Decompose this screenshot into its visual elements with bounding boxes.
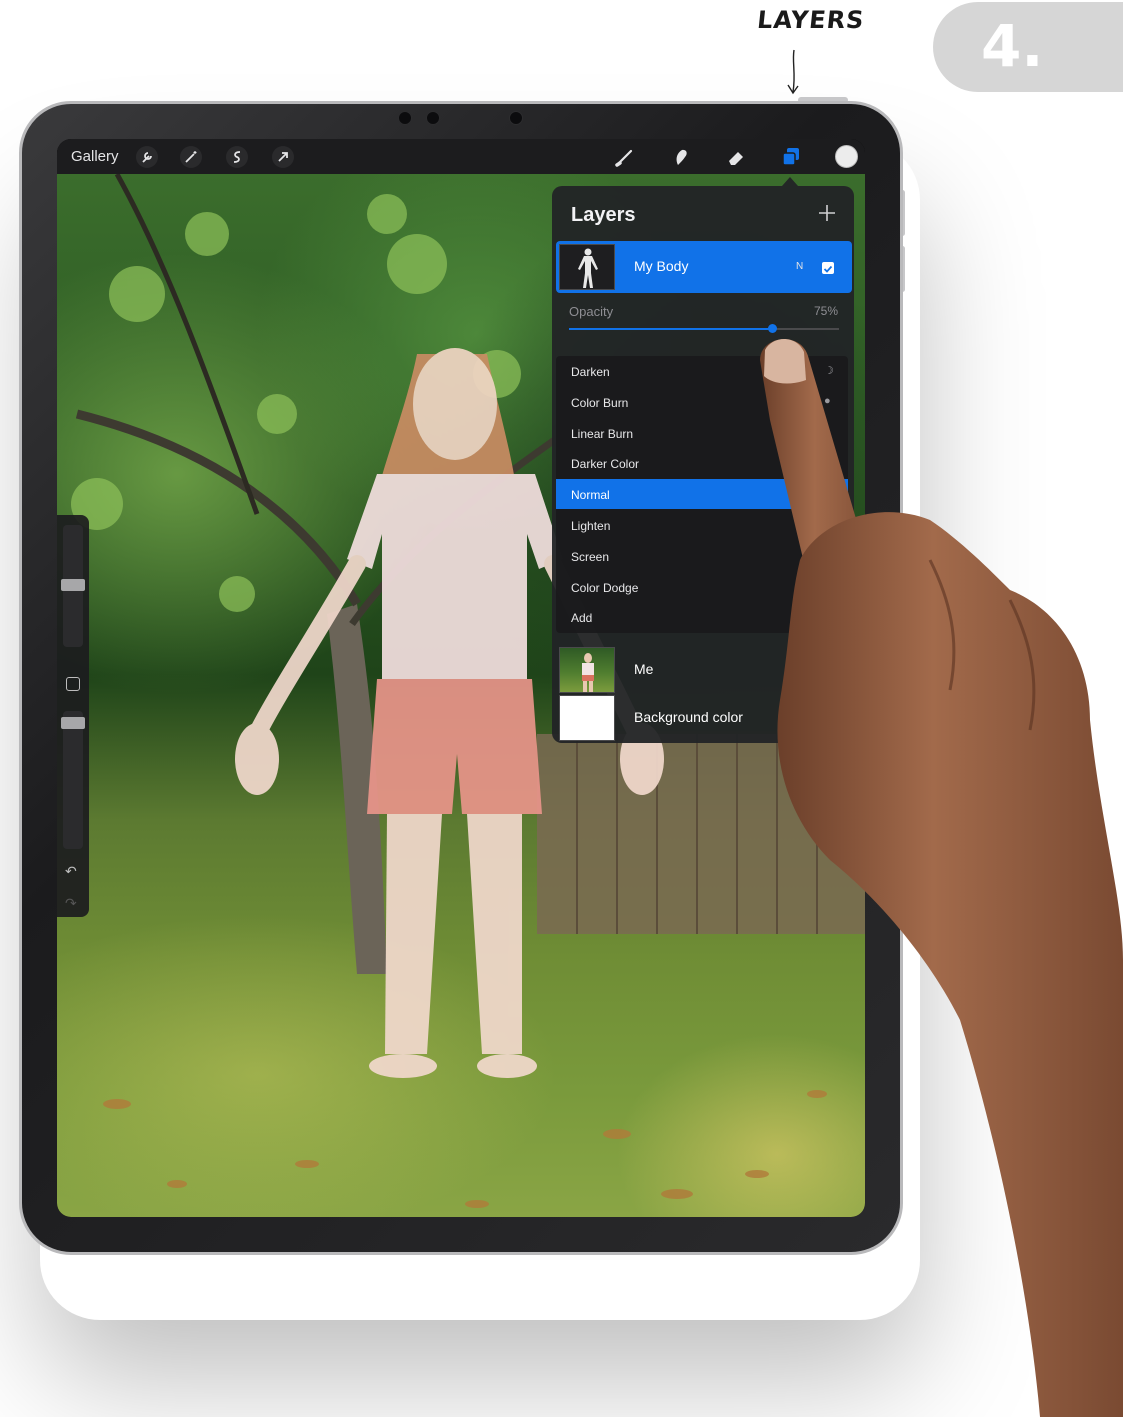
redo-icon[interactable]: ↷ (65, 895, 81, 911)
burn-icon: ● (824, 394, 831, 407)
layers-panel-title: Layers (571, 204, 636, 226)
layers-panel: Layers My Body N Opacity 75% Darken ☽ Colo… (552, 186, 854, 743)
circle-icon: ○ (824, 456, 831, 469)
blend-mode-label: Screen (571, 549, 610, 564)
layer-blend-mode-button[interactable]: N (796, 261, 803, 272)
blend-mode-item[interactable]: Color Burn ● (556, 387, 848, 417)
blend-mode-list: Darken ☽ Color Burn ● Linear Burn ♦ Darker Col… (556, 356, 848, 633)
opacity-slider-knob[interactable] (767, 324, 777, 333)
blend-mode-item[interactable]: Color Dodge (556, 572, 848, 602)
layer-name: Me (634, 661, 654, 677)
blend-mode-label: Darker Color (571, 457, 640, 472)
blend-mode-item[interactable]: Darken ☽ (556, 356, 848, 386)
opacity-side-slider[interactable] (61, 711, 85, 849)
blend-mode-label: Lighten (571, 519, 611, 533)
modify-square-icon[interactable] (66, 677, 80, 691)
layer-name: My Body (634, 258, 689, 274)
panel-caret (782, 177, 798, 186)
top-toolbar: Gallery (57, 139, 865, 174)
blend-mode-label: Color Burn (571, 395, 629, 410)
layer-name: Background color (634, 709, 743, 725)
layers-icon[interactable] (779, 145, 803, 169)
layer-visibility-checkbox[interactable] (822, 262, 834, 274)
flame-icon: ♦ (824, 425, 830, 438)
layer-thumbnail (559, 244, 615, 290)
blend-mode-label: Normal (571, 488, 610, 503)
layer-row-background[interactable]: Background color (556, 692, 852, 743)
ipad-screen: Gallery ↶ ↷ Layers My Body N Opacity 75%… (57, 139, 865, 1217)
camera-lens (426, 111, 440, 125)
brush-size-thumb[interactable] (61, 579, 85, 591)
camera-flash (509, 111, 523, 125)
layer-thumbnail (559, 695, 615, 741)
add-layer-icon[interactable] (816, 202, 838, 224)
blend-mode-label: Color Dodge (571, 580, 639, 595)
blend-mode-label: Add (571, 611, 593, 626)
wrench-icon[interactable] (135, 145, 159, 169)
opacity-side-thumb[interactable] (61, 717, 85, 729)
blend-mode-item[interactable]: Lighten (556, 510, 848, 540)
brush-size-slider[interactable] (61, 525, 85, 647)
blend-mode-item[interactable]: Screen (556, 541, 848, 571)
layer-row-me[interactable]: Me (556, 644, 852, 696)
blend-mode-item[interactable]: Darker Color ○ (556, 448, 848, 478)
camera-sensor (398, 111, 412, 125)
blend-mode-item[interactable]: Linear Burn ♦ (556, 418, 848, 448)
checkmark-icon (823, 265, 833, 273)
opacity-slider-fill (569, 328, 772, 330)
left-sidebar: ↶ ↷ (57, 515, 89, 917)
blend-mode-item[interactable]: Add (556, 602, 848, 632)
smudge-icon[interactable] (669, 145, 693, 169)
blend-mode-label: Linear Burn (571, 426, 634, 441)
opacity-slider[interactable] (569, 324, 839, 333)
brush-icon[interactable] (613, 145, 637, 169)
annotation-arrow-icon (787, 49, 799, 95)
undo-icon[interactable]: ↶ (65, 863, 81, 879)
opacity-label: Opacity (569, 304, 614, 319)
blend-mode-label: Darken (571, 365, 610, 379)
layer-thumbnail (559, 647, 615, 693)
photo-thumbnail-icon (582, 653, 594, 692)
selection-icon[interactable] (225, 145, 249, 169)
layer-row-active[interactable]: My Body N (556, 241, 852, 293)
magic-wand-icon[interactable] (179, 145, 203, 169)
step-number: 4. (981, 12, 1044, 80)
blend-mode-item[interactable]: Normal (556, 479, 848, 510)
step-badge: 4. (933, 2, 1123, 92)
layers-annotation-label: LAYERS (755, 6, 866, 34)
transform-arrow-icon[interactable] (271, 145, 295, 169)
body-figure-icon (578, 248, 598, 288)
moon-icon: ☽ (824, 365, 834, 377)
color-picker-button[interactable] (835, 145, 858, 168)
eraser-icon[interactable] (724, 145, 748, 169)
gallery-button[interactable]: Gallery (71, 148, 119, 165)
opacity-value: 75% (814, 304, 839, 318)
